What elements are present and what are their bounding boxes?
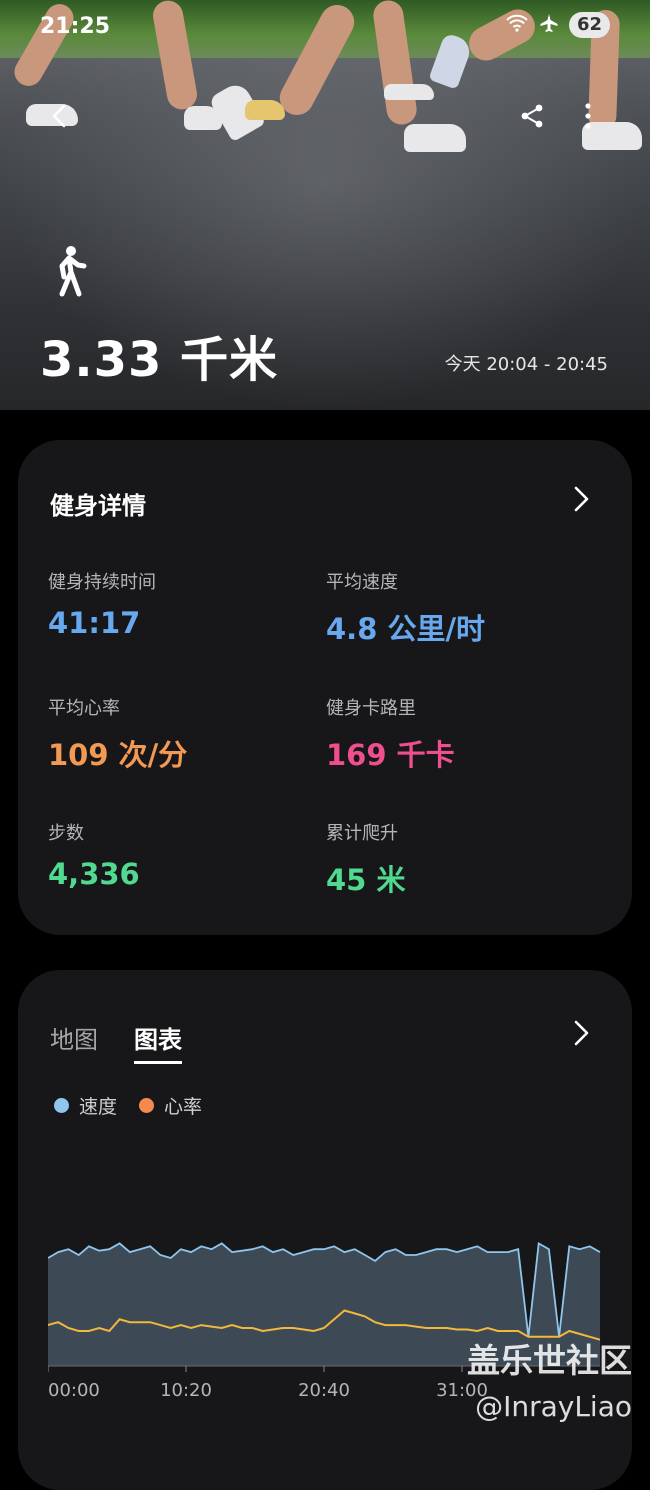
- share-icon: [521, 104, 543, 128]
- metric-duration: 健身持续时间 41:17: [48, 568, 156, 640]
- chart-tabs: 地图 图表: [50, 1020, 182, 1064]
- tab-chart[interactable]: 图表: [134, 1020, 182, 1064]
- metric-value: 4.8 公里/时: [326, 612, 486, 646]
- workout-details-card[interactable]: 健身详情 健身持续时间 41:17 平均速度 4.8 公里/时 平均心率 109…: [18, 440, 632, 935]
- metric-label: 平均心率: [48, 698, 120, 719]
- more-options-button[interactable]: [568, 96, 608, 136]
- metric-value: 4,336: [48, 857, 140, 891]
- x-tick-label: 20:40: [298, 1380, 350, 1401]
- chevron-right-icon[interactable]: [566, 1018, 596, 1048]
- metric-value: 41:17: [48, 606, 141, 640]
- metric-label: 累计爬升: [326, 823, 398, 844]
- metric-steps: 步数 4,336: [48, 819, 140, 891]
- watermark-title: 盖乐世社区: [467, 1341, 632, 1380]
- tab-map[interactable]: 地图: [50, 1020, 98, 1064]
- watermark: 盖乐世社区 @InrayLiao: [467, 1334, 632, 1423]
- back-icon: [52, 104, 66, 128]
- metric-value: 109 次/分: [48, 738, 188, 772]
- status-time: 21:25: [40, 14, 111, 39]
- metric-value: 169 千卡: [326, 738, 455, 772]
- back-button[interactable]: [40, 96, 80, 136]
- metric-label: 健身持续时间: [48, 572, 156, 593]
- metric-value: 45 米: [326, 863, 406, 897]
- more-icon: [585, 103, 591, 129]
- metric-avg-heart-rate: 平均心率 109 次/分: [48, 694, 187, 774]
- legend-heart-rate[interactable]: 心率: [139, 1092, 202, 1119]
- workout-distance: 3.33 千米: [40, 332, 279, 388]
- legend-speed[interactable]: 速度: [54, 1092, 117, 1119]
- metric-avg-speed: 平均速度 4.8 公里/时: [326, 568, 485, 648]
- wifi-icon: [505, 13, 529, 38]
- chart-legend: 速度 心率: [54, 1092, 202, 1119]
- watermark-author: @InrayLiao: [475, 1390, 632, 1423]
- metric-elevation-gain: 累计爬升 45 米: [326, 819, 405, 899]
- details-title: 健身详情: [50, 492, 146, 520]
- legend-label: 心率: [164, 1096, 203, 1118]
- x-tick-label: 10:20: [160, 1380, 212, 1401]
- legend-dot: [54, 1098, 69, 1113]
- battery-level: 62: [568, 12, 610, 38]
- status-icons: 62: [505, 12, 610, 38]
- x-tick-label: 00:00: [48, 1380, 100, 1401]
- share-button[interactable]: [512, 96, 552, 136]
- legend-label: 速度: [79, 1096, 118, 1118]
- walking-icon: [52, 245, 88, 303]
- chevron-right-icon[interactable]: [566, 484, 596, 514]
- workout-time-range: 今天 20:04 - 20:45: [444, 354, 608, 375]
- legend-dot: [139, 1098, 155, 1113]
- metric-label: 步数: [48, 823, 84, 844]
- metric-label: 健身卡路里: [326, 698, 416, 719]
- metric-label: 平均速度: [326, 572, 398, 593]
- metric-calories: 健身卡路里 169 千卡: [326, 694, 455, 774]
- airplane-icon: [539, 13, 559, 38]
- hero-banner: 21:25 62 3.33 千米 今天 20:04 - 20:45: [0, 0, 650, 410]
